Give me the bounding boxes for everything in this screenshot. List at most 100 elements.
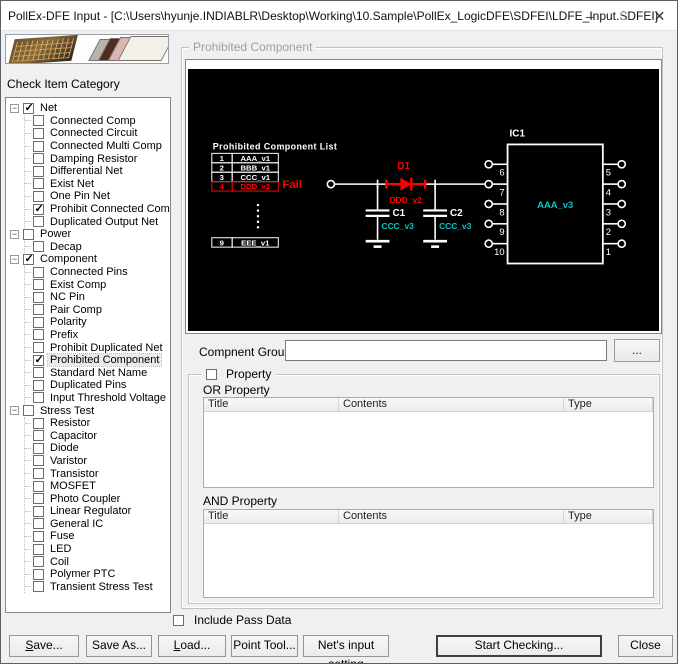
checkbox-component[interactable] [23, 252, 34, 265]
checkbox-prohibited-component[interactable] [33, 353, 44, 366]
minimize-button[interactable]: – [572, 1, 607, 31]
include-pass-data-checkbox[interactable] [173, 614, 184, 626]
tree-item-net[interactable]: − Net [8, 101, 170, 115]
checkbox-stress-test[interactable] [23, 405, 34, 417]
tree-item-transistor[interactable]: Transistor [25, 467, 170, 480]
nets-input-setting-button[interactable]: Net's input setting [303, 635, 389, 663]
checkbox-connected-pins[interactable] [33, 266, 44, 278]
checkbox-led[interactable] [33, 543, 44, 555]
tree-item-polymer-ptc[interactable]: Polymer PTC [25, 568, 170, 581]
and-property-table[interactable]: Title Contents Type [203, 509, 654, 598]
tree-item-input-threshold-voltage[interactable]: Input Threshold Voltage [25, 392, 170, 405]
checkbox-diode[interactable] [33, 442, 44, 454]
checkbox-standard-net-name[interactable] [33, 367, 44, 379]
checkbox-decap[interactable] [33, 241, 44, 253]
close-button[interactable]: Close [618, 635, 673, 657]
tree-item-differential-net[interactable]: Differential Net [25, 165, 170, 178]
tree-item-connected-comp[interactable]: Connected Comp [25, 115, 170, 128]
checkbox-connected-comp[interactable] [33, 115, 44, 127]
checkbox-input-threshold-voltage[interactable] [33, 392, 44, 404]
checkbox-duplicated-pins[interactable] [33, 379, 44, 391]
checkbox-transistor[interactable] [33, 468, 44, 480]
tree-item-exist-net[interactable]: Exist Net [25, 178, 170, 191]
checkbox-fuse[interactable] [33, 530, 44, 542]
save-as-button[interactable]: Save As... [86, 635, 152, 657]
load-button[interactable]: Load... [158, 635, 226, 657]
checkbox-photo-coupler[interactable] [33, 493, 44, 505]
checkbox-nc-pin[interactable] [33, 291, 44, 303]
tree-item-connected-multi-comp[interactable]: Connected Multi Comp [25, 140, 170, 153]
tree-item-nc-pin[interactable]: NC Pin [25, 291, 170, 304]
tree-item-component[interactable]: − Component [8, 252, 170, 266]
tree-item-resistor[interactable]: Resistor [25, 417, 170, 430]
checkbox-resistor[interactable] [33, 417, 44, 429]
browse-button[interactable]: ... [614, 339, 660, 362]
tree-item-standard-net-name[interactable]: Standard Net Name [25, 366, 170, 379]
checkbox-coil[interactable] [33, 556, 44, 568]
component-group-input[interactable] [285, 340, 607, 361]
tree-item-mosfet[interactable]: MOSFET [25, 480, 170, 493]
checkbox-connected-circuit[interactable] [33, 127, 44, 139]
checkbox-net[interactable] [23, 101, 34, 114]
start-checking-button[interactable]: Start Checking... [436, 635, 602, 657]
tree-item-general-ic[interactable]: General IC [25, 518, 170, 531]
property-checkbox[interactable] [206, 368, 217, 380]
checkbox-capacitor[interactable] [33, 430, 44, 442]
checkbox-connected-multi-comp[interactable] [33, 140, 44, 152]
tree-item-fuse[interactable]: Fuse [25, 530, 170, 543]
point-tool-button[interactable]: Point Tool... [231, 635, 298, 657]
column-contents[interactable]: Contents [339, 398, 564, 411]
tree-item-prefix[interactable]: Prefix [25, 329, 170, 342]
checkbox-mosfet[interactable] [33, 480, 44, 492]
tree-item-capacitor[interactable]: Capacitor [25, 429, 170, 442]
checkbox-duplicated-output-net[interactable] [33, 216, 44, 228]
close-window-button[interactable]: ✕ [642, 1, 677, 31]
tree-item-power[interactable]: − Power [8, 228, 170, 241]
tree-item-pair-comp[interactable]: Pair Comp [25, 304, 170, 317]
tree-item-connected-circuit[interactable]: Connected Circuit [25, 127, 170, 140]
checkbox-polymer-ptc[interactable] [33, 568, 44, 580]
save-button[interactable]: Save... [9, 635, 79, 657]
tree-item-damping-resistor[interactable]: Damping Resistor [25, 152, 170, 165]
tree-item-duplicated-output-net[interactable]: Duplicated Output Net [25, 215, 170, 228]
checkbox-polarity[interactable] [33, 316, 44, 328]
tree-item-polarity[interactable]: Polarity [25, 316, 170, 329]
expand-collapse-icon[interactable]: − [10, 229, 19, 239]
tree-item-varistor[interactable]: Varistor [25, 455, 170, 468]
tree-item-prohibit-duplicated-net[interactable]: Prohibit Duplicated Net [25, 341, 170, 354]
check-item-tree[interactable]: −NetConnected CompConnected CircuitConne… [5, 97, 171, 613]
checkbox-one-pin-net[interactable] [33, 190, 44, 202]
column-type[interactable]: Type [564, 510, 653, 523]
tree-item-diode[interactable]: Diode [25, 442, 170, 455]
tree-item-prohibited-component[interactable]: Prohibited Component [25, 353, 170, 368]
tree-item-prohibit-connected-comp[interactable]: Prohibit Connected Comp [25, 202, 170, 216]
checkbox-general-ic[interactable] [33, 518, 44, 530]
tree-item-stress-test[interactable]: − Stress Test [8, 404, 170, 417]
column-type[interactable]: Type [564, 398, 653, 411]
checkbox-pair-comp[interactable] [33, 304, 44, 316]
checkbox-exist-comp[interactable] [33, 279, 44, 291]
checkbox-prohibit-duplicated-net[interactable] [33, 342, 44, 354]
checkbox-exist-net[interactable] [33, 178, 44, 190]
expand-collapse-icon[interactable]: − [10, 254, 19, 264]
maximize-button[interactable]: ☐ [607, 1, 642, 31]
expand-collapse-icon[interactable]: − [10, 406, 19, 416]
column-title[interactable]: Title [204, 510, 339, 523]
tree-item-led[interactable]: LED [25, 543, 170, 556]
column-title[interactable]: Title [204, 398, 339, 411]
tree-item-linear-regulator[interactable]: Linear Regulator [25, 505, 170, 518]
checkbox-power[interactable] [23, 228, 34, 240]
tree-item-transient-stress-test[interactable]: Transient Stress Test [25, 581, 170, 594]
expand-collapse-icon[interactable]: − [10, 103, 19, 113]
checkbox-damping-resistor[interactable] [33, 153, 44, 165]
or-property-table[interactable]: Title Contents Type [203, 397, 654, 488]
checkbox-differential-net[interactable] [33, 165, 44, 177]
column-contents[interactable]: Contents [339, 510, 564, 523]
checkbox-prefix[interactable] [33, 329, 44, 341]
checkbox-linear-regulator[interactable] [33, 505, 44, 517]
tree-item-exist-comp[interactable]: Exist Comp [25, 278, 170, 291]
tree-item-duplicated-pins[interactable]: Duplicated Pins [25, 379, 170, 392]
tree-item-one-pin-net[interactable]: One Pin Net [25, 190, 170, 203]
tree-item-decap[interactable]: Decap [25, 241, 170, 254]
checkbox-prohibit-connected-comp[interactable] [33, 202, 44, 215]
